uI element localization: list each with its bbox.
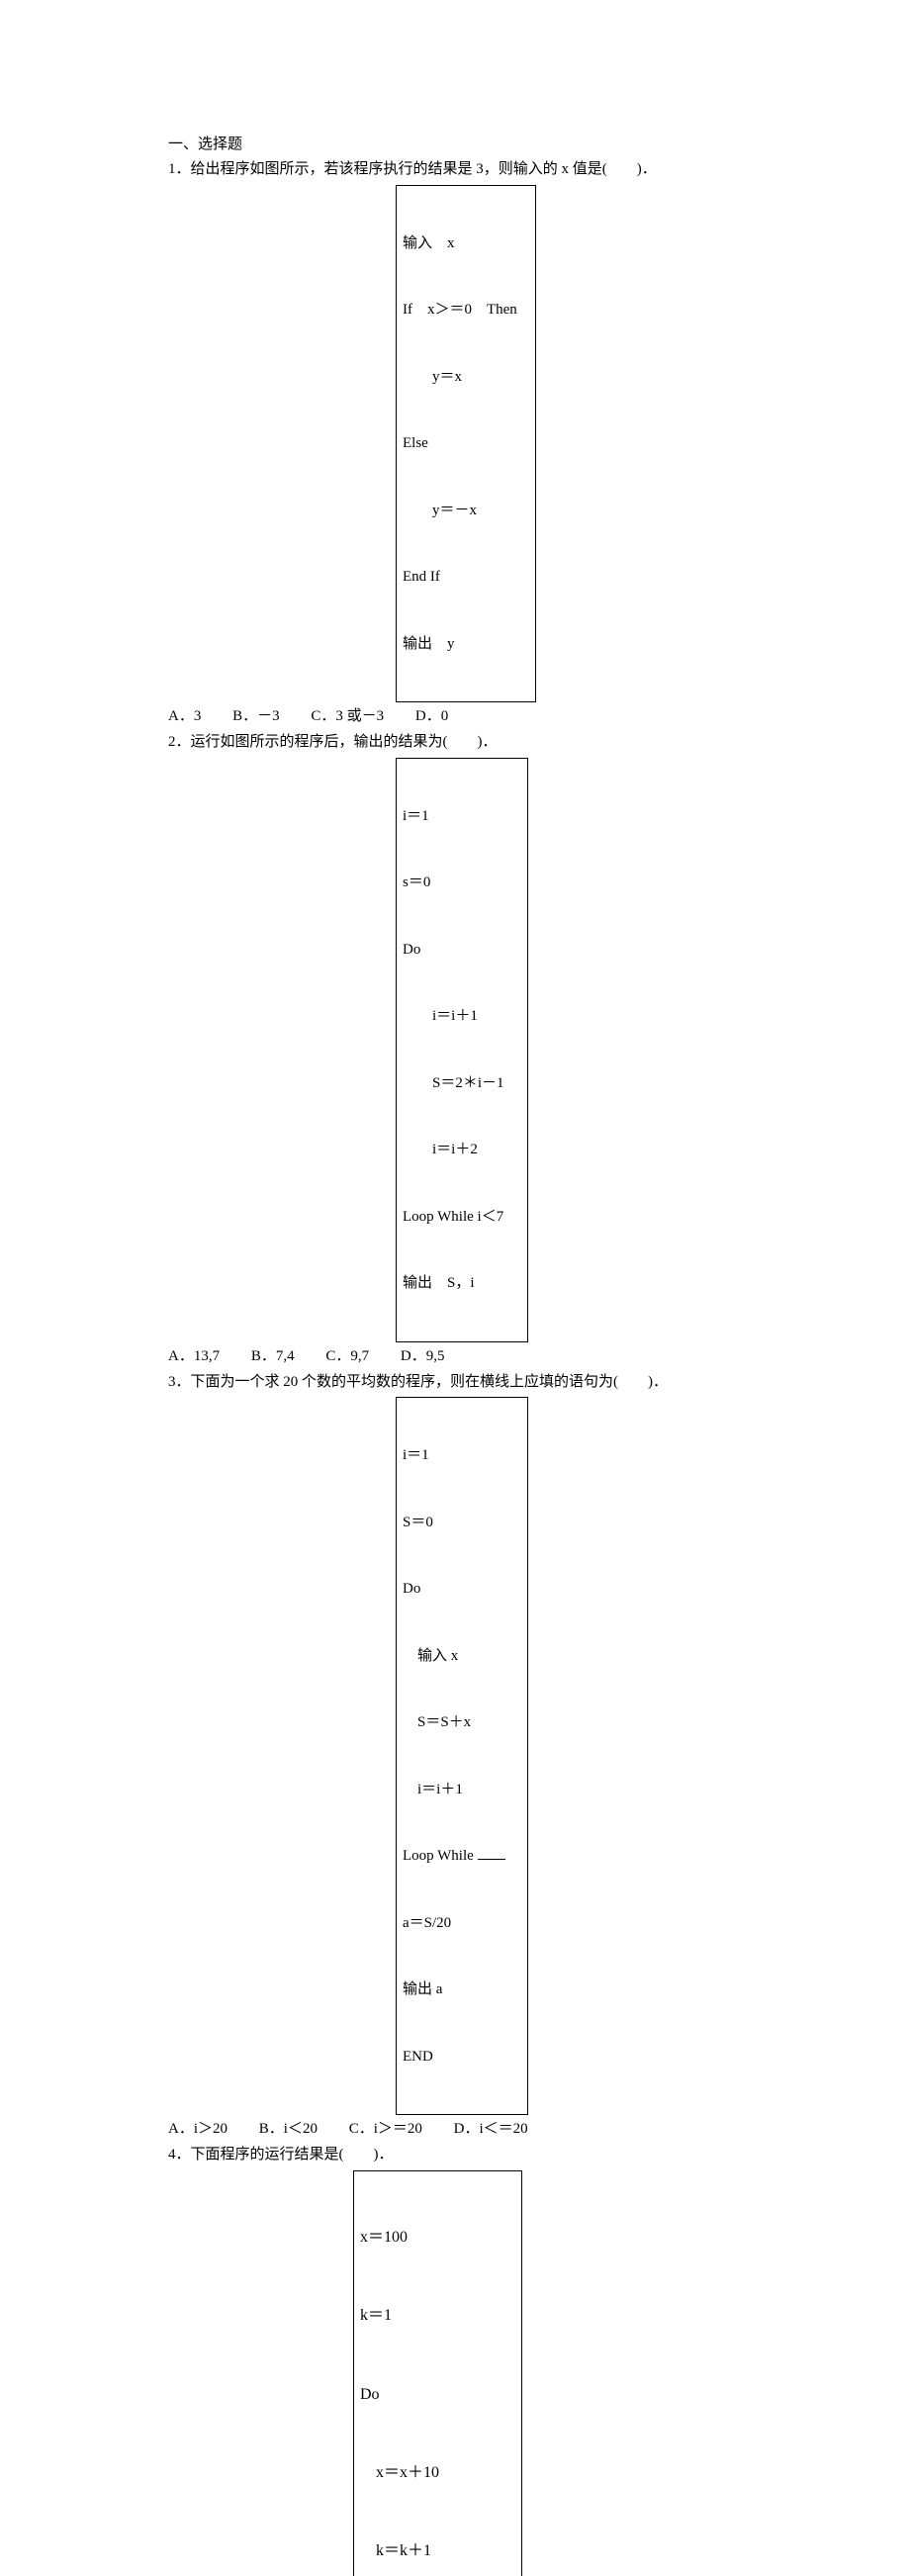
question-3-prompt: 3．下面为一个求 20 个数的平均数的程序，则在横线上应填的语句为( )． bbox=[168, 1371, 851, 1394]
code-line: k＝k＋1 bbox=[360, 2538, 515, 2564]
question-2-options: A．13,7 B．7,4 C．9,7 D．9,5 bbox=[168, 1345, 851, 1368]
option: D．i＜＝20 bbox=[454, 2118, 528, 2141]
code-line: Loop While i＜7 bbox=[403, 1206, 521, 1229]
question-1-options: A．3 B．－3 C．3 或－3 D．0 bbox=[168, 705, 851, 728]
option: B．－3 bbox=[232, 705, 280, 728]
option: B．7,4 bbox=[251, 1345, 295, 1368]
page: 一、选择题 1．给出程序如图所示，若该程序执行的结果是 3，则输入的 x 值是(… bbox=[0, 0, 910, 2576]
code-line: END bbox=[403, 2046, 521, 2069]
section-heading: 一、选择题 bbox=[168, 134, 851, 156]
code-line: S＝2＊i－1 bbox=[403, 1072, 521, 1095]
code-line: s＝0 bbox=[403, 872, 521, 894]
code-line: i＝1 bbox=[403, 1444, 521, 1467]
code-line: a＝S/20 bbox=[403, 1912, 521, 1935]
code-line: i＝i＋2 bbox=[403, 1139, 521, 1161]
code-block-1: 输入 x If x＞＝0 Then y＝x Else y＝－x End If 输… bbox=[396, 185, 536, 703]
code-line: y＝x bbox=[403, 366, 521, 389]
code-block-4: x＝100 k＝1 Do x＝x＋10 k＝k＋1 Loop While x＜＝… bbox=[353, 2170, 522, 2576]
option: C．9,7 bbox=[325, 1345, 369, 1368]
code-line: i＝i＋1 bbox=[403, 1005, 521, 1028]
code-line: Else bbox=[403, 432, 521, 455]
question-4-prompt: 4．下面程序的运行结果是( )． bbox=[168, 2144, 851, 2166]
question-2-prompt: 2．运行如图所示的程序后，输出的结果为( )． bbox=[168, 731, 851, 754]
code-line: End If bbox=[403, 566, 521, 589]
code-line: S＝0 bbox=[403, 1512, 521, 1534]
code-line: 输入 x bbox=[403, 1645, 521, 1668]
code-block-3: i＝1 S＝0 Do 输入 x S＝S＋x i＝i＋1 Loop While a… bbox=[396, 1397, 528, 2115]
code-line: i＝1 bbox=[403, 805, 521, 828]
question-3-options: A．i＞20 B．i＜20 C．i＞＝20 D．i＜＝20 bbox=[168, 2118, 851, 2141]
option: A．13,7 bbox=[168, 1345, 220, 1368]
fill-blank bbox=[478, 1846, 505, 1861]
code-line: 输出 y bbox=[403, 633, 521, 656]
code-line: Do bbox=[403, 939, 521, 962]
question-1-prompt: 1．给出程序如图所示，若该程序执行的结果是 3，则输入的 x 值是( )． bbox=[168, 158, 851, 181]
code-line: k＝1 bbox=[360, 2303, 515, 2329]
option: A．3 bbox=[168, 705, 201, 728]
code-line: y＝－x bbox=[403, 500, 521, 522]
code-line: Loop While bbox=[403, 1845, 521, 1868]
code-line: x＝100 bbox=[360, 2225, 515, 2251]
code-line: 输出 S，i bbox=[403, 1272, 521, 1295]
code-block-2: i＝1 s＝0 Do i＝i＋1 S＝2＊i－1 i＝i＋2 Loop Whil… bbox=[396, 758, 528, 1342]
code-line: 输入 x bbox=[403, 232, 521, 255]
option: C．i＞＝20 bbox=[349, 2118, 422, 2141]
code-line: If x＞＝0 Then bbox=[403, 299, 521, 322]
code-line: Do bbox=[360, 2382, 515, 2408]
code-line: i＝i＋1 bbox=[403, 1779, 521, 1801]
option: C．3 或－3 bbox=[311, 705, 384, 728]
code-line: 输出 a bbox=[403, 1978, 521, 2001]
code-line: S＝S＋x bbox=[403, 1711, 521, 1734]
code-line: Do bbox=[403, 1578, 521, 1601]
option: A．i＞20 bbox=[168, 2118, 228, 2141]
option: B．i＜20 bbox=[259, 2118, 318, 2141]
option: D．0 bbox=[415, 705, 448, 728]
code-line: x＝x＋10 bbox=[360, 2460, 515, 2486]
option: D．9,5 bbox=[401, 1345, 445, 1368]
